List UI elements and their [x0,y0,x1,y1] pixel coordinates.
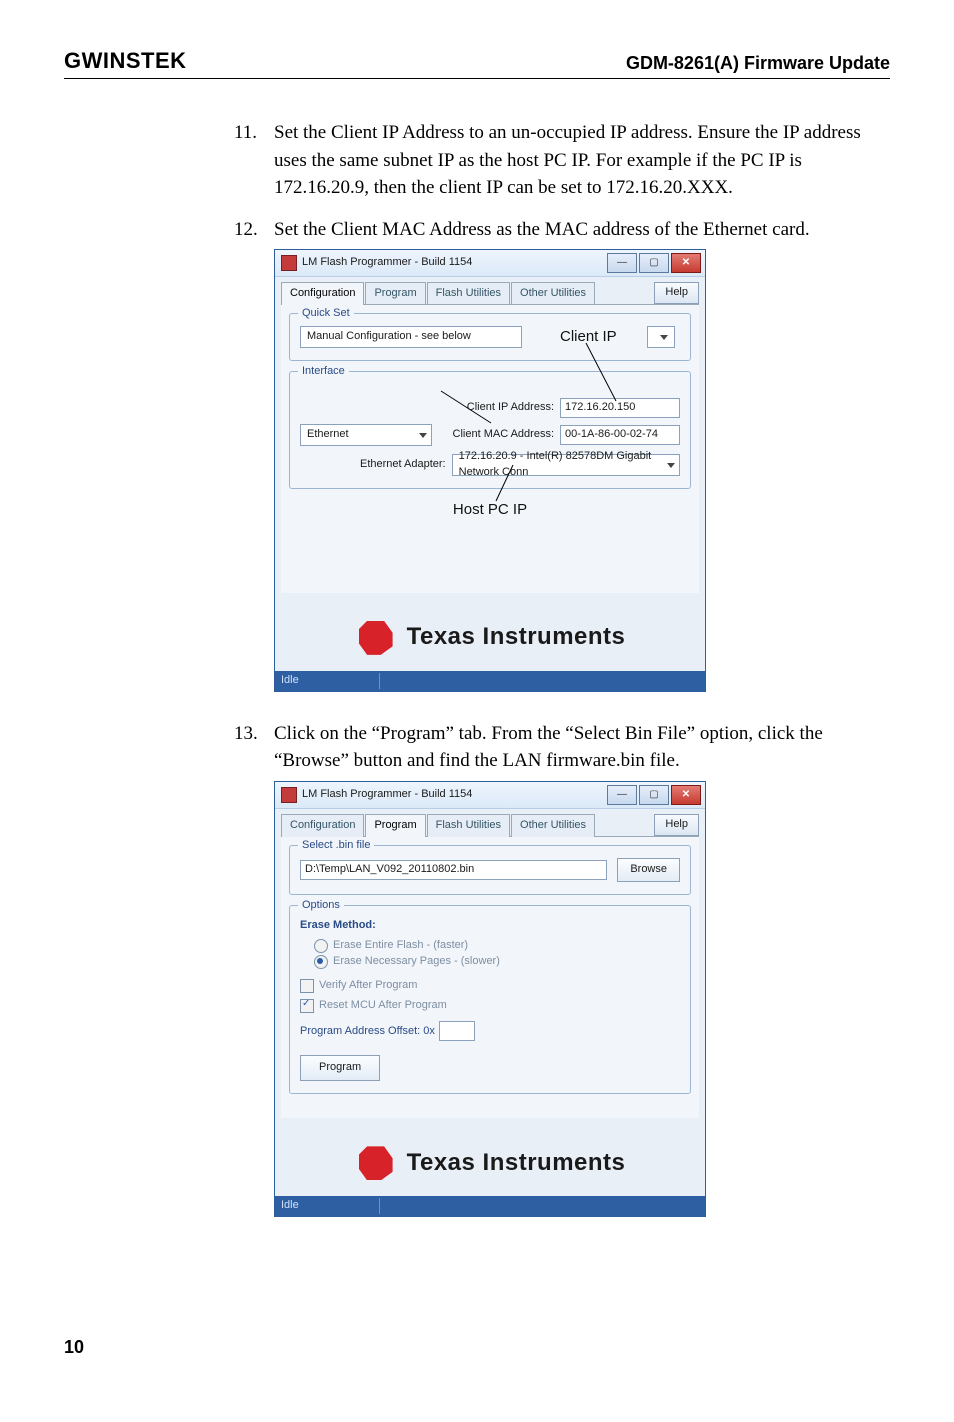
check-reset[interactable] [300,999,314,1013]
quickset-arrow[interactable] [647,326,675,348]
erase-slow-label: Erase Necessary Pages - (slower) [333,954,500,970]
window-title: LM Flash Programmer - Build 1154 [302,787,472,803]
ti-logo-icon [355,617,397,659]
maximize-button[interactable]: ▢ [639,785,669,805]
status-text: Idle [281,673,380,689]
minimize-button[interactable]: — [607,785,637,805]
interface-select[interactable]: Ethernet [300,424,432,446]
step-text-11: Set the Client IP Address to an un-occup… [274,122,861,198]
close-button[interactable]: ✕ [671,253,701,273]
selectbin-legend: Select .bin file [298,838,374,854]
client-ip-label: Client IP Address: [467,400,554,416]
app-icon [281,787,297,803]
quickset-value: Manual Configuration - see below [307,329,471,345]
step-number-12: 12. [234,216,258,244]
bin-path-value: D:\Temp\LAN_V092_20110802.bin [305,862,474,878]
reset-label: Reset MCU After Program [319,998,447,1014]
window-title: LM Flash Programmer - Build 1154 [302,255,472,271]
offset-label: Program Address Offset: 0x [300,1024,435,1040]
client-ip-value: 172.16.20.150 [565,400,635,416]
options-legend: Options [298,898,344,914]
program-button[interactable]: Program [300,1055,380,1081]
status-text: Idle [281,1198,380,1214]
step-text-13: Click on the “Program” tab. From the “Se… [274,723,823,772]
offset-input[interactable] [439,1021,475,1041]
adapter-select[interactable]: 172.16.20.9 - Intel(R) 82578DM Gigabit N… [452,454,680,476]
step-number-11: 11. [234,119,257,147]
minimize-button[interactable]: — [607,253,637,273]
tab-program[interactable]: Program [365,282,425,305]
bin-path-input[interactable]: D:\Temp\LAN_V092_20110802.bin [300,860,607,880]
interface-value: Ethernet [307,427,349,443]
tab-program[interactable]: Program [365,814,425,837]
adapter-label: Ethernet Adapter: [360,457,446,473]
client-mac-value: 00-1A-86-00-02-74 [565,427,658,443]
callout-host-ip: Host PC IP [453,501,527,518]
tab-configuration[interactable]: Configuration [281,814,364,837]
close-button[interactable]: ✕ [671,785,701,805]
quickset-select[interactable]: Manual Configuration - see below [300,326,522,348]
client-ip-input[interactable]: 172.16.20.150 [560,398,680,418]
brand-logo: GWINSTEK [64,48,187,74]
maximize-button[interactable]: ▢ [639,253,669,273]
tab-other-utilities[interactable]: Other Utilities [511,814,595,837]
help-button[interactable]: Help [654,282,699,304]
help-button[interactable]: Help [654,814,699,836]
quickset-legend: Quick Set [298,306,354,322]
client-mac-label: Client MAC Address: [453,427,554,443]
step-text-12: Set the Client MAC Address as the MAC ad… [274,219,810,240]
step-number-13: 13. [234,720,258,748]
app-icon [281,255,297,271]
client-mac-input[interactable]: 00-1A-86-00-02-74 [560,425,680,445]
erase-method-label: Erase Method: [300,918,680,934]
tab-flash-utilities[interactable]: Flash Utilities [427,814,510,837]
interface-legend: Interface [298,364,349,380]
radio-erase-slow[interactable] [314,955,328,969]
tab-other-utilities[interactable]: Other Utilities [511,282,595,305]
verify-label: Verify After Program [319,978,417,994]
config-window: LM Flash Programmer - Build 1154 — ▢ ✕ C… [274,249,706,692]
check-verify[interactable] [300,979,314,993]
radio-erase-fast[interactable] [314,939,328,953]
adapter-value: 172.16.20.9 - Intel(R) 82578DM Gigabit N… [459,449,661,481]
doc-title: GDM-8261(A) Firmware Update [626,53,890,74]
program-window: LM Flash Programmer - Build 1154 — ▢ ✕ C… [274,781,706,1217]
page-number: 10 [64,1337,890,1358]
browse-button[interactable]: Browse [617,858,680,882]
ti-logo-text: Texas Instruments [407,620,626,655]
tab-configuration[interactable]: Configuration [281,282,364,305]
ti-logo-text: Texas Instruments [407,1146,626,1181]
tab-flash-utilities[interactable]: Flash Utilities [427,282,510,305]
callout-client-ip: Client IP [560,326,617,348]
ti-logo-icon [355,1142,397,1184]
erase-fast-label: Erase Entire Flash - (faster) [333,938,468,954]
